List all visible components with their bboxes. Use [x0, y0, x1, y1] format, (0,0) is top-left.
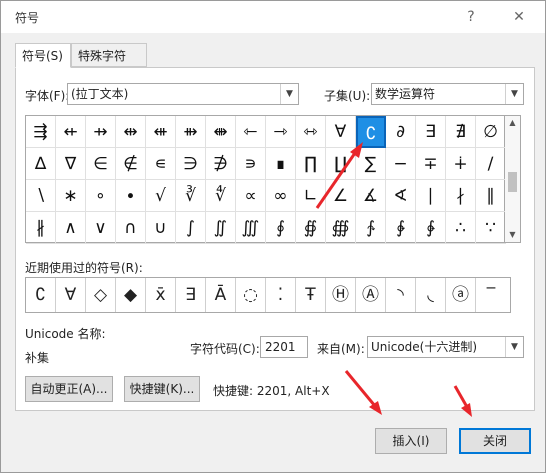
symbol-dialog: 符号 ? ✕ 符号(S) 特殊字符(P) 字体(F): (拉丁文本) ▼ 子集(… [0, 0, 546, 473]
tab-symbols[interactable]: 符号(S) [15, 43, 71, 68]
annotation-arrow-to-symbol [315, 142, 363, 209]
annotation-arrow-to-insert [344, 370, 382, 415]
annotation-arrows [315, 142, 472, 417]
annotation-arrow-to-close [453, 385, 472, 417]
